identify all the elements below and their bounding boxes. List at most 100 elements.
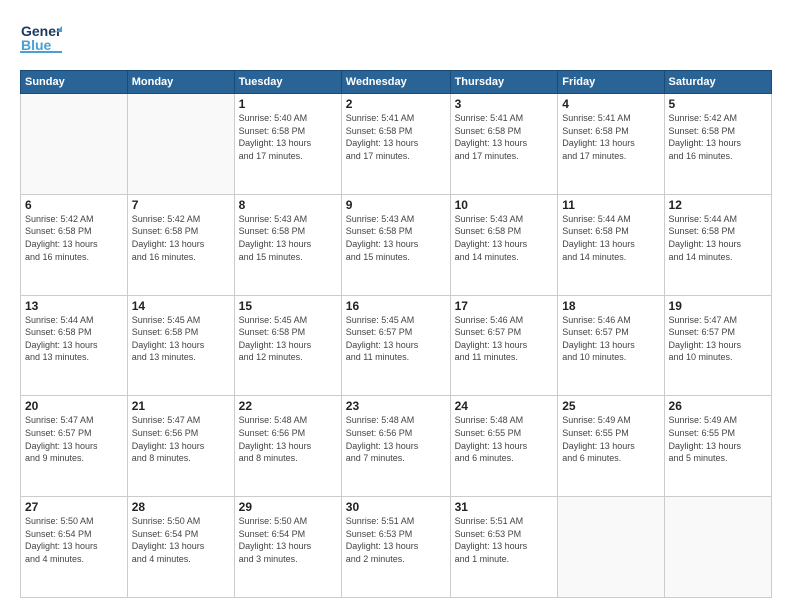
day-number: 1 — [239, 97, 337, 111]
calendar-cell: 27Sunrise: 5:50 AM Sunset: 6:54 PM Dayli… — [21, 497, 128, 598]
header: General Blue — [20, 18, 772, 60]
week-row-2: 6Sunrise: 5:42 AM Sunset: 6:58 PM Daylig… — [21, 194, 772, 295]
day-number: 21 — [132, 399, 230, 413]
calendar-cell: 15Sunrise: 5:45 AM Sunset: 6:58 PM Dayli… — [234, 295, 341, 396]
calendar-cell: 31Sunrise: 5:51 AM Sunset: 6:53 PM Dayli… — [450, 497, 558, 598]
svg-text:Blue: Blue — [21, 37, 52, 53]
calendar-cell: 14Sunrise: 5:45 AM Sunset: 6:58 PM Dayli… — [127, 295, 234, 396]
calendar-cell: 20Sunrise: 5:47 AM Sunset: 6:57 PM Dayli… — [21, 396, 128, 497]
day-info: Sunrise: 5:47 AM Sunset: 6:57 PM Dayligh… — [669, 314, 767, 364]
calendar-cell: 23Sunrise: 5:48 AM Sunset: 6:56 PM Dayli… — [341, 396, 450, 497]
day-number: 23 — [346, 399, 446, 413]
calendar-cell: 12Sunrise: 5:44 AM Sunset: 6:58 PM Dayli… — [664, 194, 771, 295]
calendar-cell: 11Sunrise: 5:44 AM Sunset: 6:58 PM Dayli… — [558, 194, 664, 295]
calendar-cell: 5Sunrise: 5:42 AM Sunset: 6:58 PM Daylig… — [664, 94, 771, 195]
day-number: 28 — [132, 500, 230, 514]
weekday-header-wednesday: Wednesday — [341, 71, 450, 94]
calendar-cell: 7Sunrise: 5:42 AM Sunset: 6:58 PM Daylig… — [127, 194, 234, 295]
day-info: Sunrise: 5:41 AM Sunset: 6:58 PM Dayligh… — [562, 112, 659, 162]
calendar-cell: 9Sunrise: 5:43 AM Sunset: 6:58 PM Daylig… — [341, 194, 450, 295]
day-number: 4 — [562, 97, 659, 111]
day-number: 8 — [239, 198, 337, 212]
day-info: Sunrise: 5:45 AM Sunset: 6:58 PM Dayligh… — [132, 314, 230, 364]
day-info: Sunrise: 5:48 AM Sunset: 6:56 PM Dayligh… — [346, 414, 446, 464]
day-info: Sunrise: 5:43 AM Sunset: 6:58 PM Dayligh… — [346, 213, 446, 263]
day-number: 27 — [25, 500, 123, 514]
calendar-cell: 21Sunrise: 5:47 AM Sunset: 6:56 PM Dayli… — [127, 396, 234, 497]
calendar-cell: 1Sunrise: 5:40 AM Sunset: 6:58 PM Daylig… — [234, 94, 341, 195]
day-number: 25 — [562, 399, 659, 413]
calendar-cell: 10Sunrise: 5:43 AM Sunset: 6:58 PM Dayli… — [450, 194, 558, 295]
weekday-header-sunday: Sunday — [21, 71, 128, 94]
calendar-cell: 22Sunrise: 5:48 AM Sunset: 6:56 PM Dayli… — [234, 396, 341, 497]
day-number: 11 — [562, 198, 659, 212]
day-info: Sunrise: 5:46 AM Sunset: 6:57 PM Dayligh… — [455, 314, 554, 364]
day-number: 29 — [239, 500, 337, 514]
week-row-4: 20Sunrise: 5:47 AM Sunset: 6:57 PM Dayli… — [21, 396, 772, 497]
day-number: 16 — [346, 299, 446, 313]
calendar-cell: 25Sunrise: 5:49 AM Sunset: 6:55 PM Dayli… — [558, 396, 664, 497]
day-info: Sunrise: 5:44 AM Sunset: 6:58 PM Dayligh… — [25, 314, 123, 364]
day-info: Sunrise: 5:46 AM Sunset: 6:57 PM Dayligh… — [562, 314, 659, 364]
day-number: 20 — [25, 399, 123, 413]
week-row-1: 1Sunrise: 5:40 AM Sunset: 6:58 PM Daylig… — [21, 94, 772, 195]
day-info: Sunrise: 5:50 AM Sunset: 6:54 PM Dayligh… — [25, 515, 123, 565]
weekday-header-row: SundayMondayTuesdayWednesdayThursdayFrid… — [21, 71, 772, 94]
day-info: Sunrise: 5:48 AM Sunset: 6:56 PM Dayligh… — [239, 414, 337, 464]
day-info: Sunrise: 5:47 AM Sunset: 6:56 PM Dayligh… — [132, 414, 230, 464]
day-number: 15 — [239, 299, 337, 313]
day-info: Sunrise: 5:48 AM Sunset: 6:55 PM Dayligh… — [455, 414, 554, 464]
day-info: Sunrise: 5:50 AM Sunset: 6:54 PM Dayligh… — [132, 515, 230, 565]
day-number: 22 — [239, 399, 337, 413]
day-number: 24 — [455, 399, 554, 413]
calendar-cell — [21, 94, 128, 195]
calendar-cell: 6Sunrise: 5:42 AM Sunset: 6:58 PM Daylig… — [21, 194, 128, 295]
day-info: Sunrise: 5:41 AM Sunset: 6:58 PM Dayligh… — [455, 112, 554, 162]
day-info: Sunrise: 5:51 AM Sunset: 6:53 PM Dayligh… — [346, 515, 446, 565]
day-info: Sunrise: 5:44 AM Sunset: 6:58 PM Dayligh… — [562, 213, 659, 263]
calendar-cell: 19Sunrise: 5:47 AM Sunset: 6:57 PM Dayli… — [664, 295, 771, 396]
day-info: Sunrise: 5:42 AM Sunset: 6:58 PM Dayligh… — [669, 112, 767, 162]
day-number: 5 — [669, 97, 767, 111]
day-number: 10 — [455, 198, 554, 212]
day-info: Sunrise: 5:43 AM Sunset: 6:58 PM Dayligh… — [239, 213, 337, 263]
day-number: 19 — [669, 299, 767, 313]
weekday-header-thursday: Thursday — [450, 71, 558, 94]
week-row-5: 27Sunrise: 5:50 AM Sunset: 6:54 PM Dayli… — [21, 497, 772, 598]
day-info: Sunrise: 5:49 AM Sunset: 6:55 PM Dayligh… — [562, 414, 659, 464]
calendar-cell: 13Sunrise: 5:44 AM Sunset: 6:58 PM Dayli… — [21, 295, 128, 396]
day-info: Sunrise: 5:45 AM Sunset: 6:57 PM Dayligh… — [346, 314, 446, 364]
day-number: 17 — [455, 299, 554, 313]
day-number: 7 — [132, 198, 230, 212]
calendar-cell: 2Sunrise: 5:41 AM Sunset: 6:58 PM Daylig… — [341, 94, 450, 195]
page: General Blue SundayMondayTuesdayWednesda… — [0, 0, 792, 612]
day-info: Sunrise: 5:41 AM Sunset: 6:58 PM Dayligh… — [346, 112, 446, 162]
calendar-cell: 8Sunrise: 5:43 AM Sunset: 6:58 PM Daylig… — [234, 194, 341, 295]
day-number: 31 — [455, 500, 554, 514]
calendar-cell — [664, 497, 771, 598]
calendar-cell — [127, 94, 234, 195]
weekday-header-tuesday: Tuesday — [234, 71, 341, 94]
day-number: 12 — [669, 198, 767, 212]
day-info: Sunrise: 5:42 AM Sunset: 6:58 PM Dayligh… — [25, 213, 123, 263]
calendar-cell: 17Sunrise: 5:46 AM Sunset: 6:57 PM Dayli… — [450, 295, 558, 396]
day-info: Sunrise: 5:42 AM Sunset: 6:58 PM Dayligh… — [132, 213, 230, 263]
day-number: 30 — [346, 500, 446, 514]
day-number: 18 — [562, 299, 659, 313]
calendar-cell: 24Sunrise: 5:48 AM Sunset: 6:55 PM Dayli… — [450, 396, 558, 497]
day-info: Sunrise: 5:49 AM Sunset: 6:55 PM Dayligh… — [669, 414, 767, 464]
day-number: 26 — [669, 399, 767, 413]
calendar-cell: 30Sunrise: 5:51 AM Sunset: 6:53 PM Dayli… — [341, 497, 450, 598]
logo-icon: General Blue — [20, 18, 62, 60]
calendar-cell: 29Sunrise: 5:50 AM Sunset: 6:54 PM Dayli… — [234, 497, 341, 598]
day-number: 14 — [132, 299, 230, 313]
calendar-cell — [558, 497, 664, 598]
calendar-cell: 26Sunrise: 5:49 AM Sunset: 6:55 PM Dayli… — [664, 396, 771, 497]
day-number: 6 — [25, 198, 123, 212]
calendar-cell: 3Sunrise: 5:41 AM Sunset: 6:58 PM Daylig… — [450, 94, 558, 195]
calendar-cell: 28Sunrise: 5:50 AM Sunset: 6:54 PM Dayli… — [127, 497, 234, 598]
logo: General Blue — [20, 18, 62, 60]
day-number: 13 — [25, 299, 123, 313]
day-number: 9 — [346, 198, 446, 212]
day-info: Sunrise: 5:45 AM Sunset: 6:58 PM Dayligh… — [239, 314, 337, 364]
